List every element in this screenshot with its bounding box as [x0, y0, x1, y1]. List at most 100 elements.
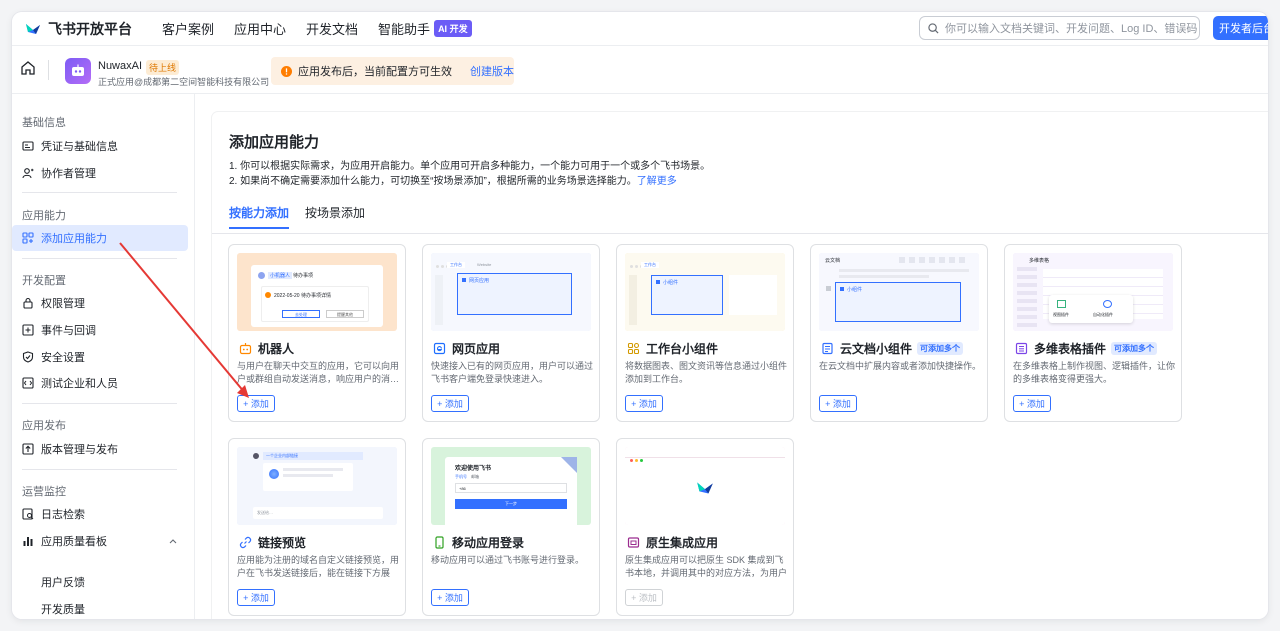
- thumb-label: 视图插件: [1053, 312, 1069, 317]
- sidebar-item-log-search[interactable]: 日志检索: [12, 501, 188, 527]
- add-button[interactable]: + 添加: [431, 395, 469, 412]
- create-version-link[interactable]: 创建版本: [470, 63, 514, 79]
- widget-icon: [627, 342, 640, 355]
- sidebar-item-label: 应用质量看板: [41, 536, 107, 548]
- app-name: NuwaxAI: [98, 60, 143, 72]
- app-window: 飞书开放平台 客户案例 应用中心 开发文档 智能助手 AI 开发 你可以输入文档关…: [12, 12, 1268, 619]
- card-title: 工作台小组件: [627, 340, 718, 357]
- link-preview-image: 一个企业内部链接 发送给…: [237, 447, 397, 525]
- search-input[interactable]: 你可以输入文档关键词、开发问题、Log ID、错误码: [919, 16, 1200, 40]
- status-badge: 待上线: [146, 60, 180, 75]
- card-description: 快速接入已有的网页应用，用户可以通过飞书客户端免登录快速进入。: [431, 361, 593, 384]
- sidebar-subitem-feedback[interactable]: 用户反馈: [41, 574, 85, 590]
- card-title: 原生集成应用: [627, 534, 718, 551]
- thumb-label: 工作台: [641, 262, 659, 268]
- nav-assistant[interactable]: 智能助手 AI 开发: [378, 19, 472, 38]
- sidebar-group-capabilities: 应用能力: [22, 210, 66, 222]
- sidebar-item-label: 协作者管理: [41, 168, 96, 180]
- thumb-label: 云文档: [825, 258, 841, 264]
- capability-card-native-app[interactable]: 原生集成应用 原生集成应用可以把原生 SDK 集成到飞书本地，并调用其中的对应方…: [616, 438, 794, 616]
- nav-customer-cases[interactable]: 客户案例: [162, 19, 214, 38]
- sidebar-subitem-dev-quality[interactable]: 开发质量: [41, 601, 85, 617]
- sidebar-group-dev-config: 开发配置: [22, 275, 66, 287]
- warning-icon: [281, 65, 292, 77]
- tab-bar: 按能力添加 按场景添加: [229, 204, 381, 229]
- add-button[interactable]: + 添加: [625, 589, 663, 606]
- thumb-label: 欢迎使用飞书: [455, 466, 492, 472]
- capability-card-bot[interactable]: 小机器人 待办事项 2022-05-20 待办事项详情 去处理 提醒其他 机器人…: [228, 244, 406, 422]
- sidebar-item-versions[interactable]: 版本管理与发布: [12, 436, 188, 462]
- robot-icon: [239, 342, 252, 355]
- capability-card-link-preview[interactable]: 一个企业内部链接 发送给… 链接预览 应用能为注册的域名自定义链接预览，用户在飞…: [228, 438, 406, 616]
- developer-console-button[interactable]: 开发者后台: [1213, 16, 1268, 40]
- main-content: 添加应用能力 1. 你可以根据实际需求，为应用开启能力。单个应用可开启多种能力，…: [212, 112, 1268, 619]
- add-button[interactable]: + 添加: [625, 395, 663, 412]
- card-description: 在多维表格上制作视图、逻辑插件，让你的多维表格变得更强大。: [1013, 361, 1175, 384]
- tab-by-capability[interactable]: 按能力添加: [229, 204, 290, 229]
- add-button[interactable]: + 添加: [237, 395, 275, 412]
- divider: [22, 403, 177, 404]
- sidebar-item-permissions[interactable]: 权限管理: [12, 290, 188, 316]
- thumb-label: 一个企业内部链接: [263, 452, 363, 460]
- nav-app-center[interactable]: 应用中心: [234, 19, 286, 38]
- sidebar-item-add-capability[interactable]: 添加应用能力: [12, 225, 188, 251]
- brand[interactable]: 飞书开放平台: [24, 19, 132, 39]
- id-card-icon: [22, 140, 34, 152]
- sidebar-item-quality-board[interactable]: 应用质量看板: [12, 528, 188, 554]
- learn-more-link[interactable]: 了解更多: [637, 176, 677, 187]
- add-button[interactable]: + 添加: [237, 589, 275, 606]
- nav-dev-docs[interactable]: 开发文档: [306, 19, 358, 38]
- description-line-2: 2. 如果尚不确定需要添加什么能力，可切换至“按场景添加”，根据所需的业务场景选…: [229, 172, 677, 187]
- sidebar-item-credentials[interactable]: 凭证与基础信息: [12, 133, 188, 159]
- sidebar-item-events[interactable]: 事件与回调: [12, 317, 188, 343]
- thumb-label: 工作台: [447, 262, 465, 268]
- card-title: 移动应用登录: [433, 534, 524, 551]
- thumb-label: 多维表格: [1029, 258, 1050, 264]
- lock-icon: [22, 297, 34, 309]
- thumb-label: 自动化插件: [1093, 312, 1113, 317]
- native-app-preview-image: [625, 447, 785, 525]
- mobile-login-preview-image: 欢迎使用飞书 手机号 邮箱 +86 下一步: [431, 447, 591, 525]
- add-button[interactable]: + 添加: [1013, 395, 1051, 412]
- thumb-label: 待办事项: [293, 273, 314, 279]
- sidebar-item-label: 安全设置: [41, 352, 85, 364]
- sidebar-item-label: 凭证与基础信息: [41, 141, 118, 153]
- capability-card-mobile-login[interactable]: 欢迎使用飞书 手机号 邮箱 +86 下一步 移动应用登录 移动应用可以通过飞书账…: [422, 438, 600, 616]
- card-description: 应用能为注册的域名自定义链接预览，用户在飞书发送链接后，能在链接下方展示…: [237, 555, 399, 578]
- divider: [22, 192, 177, 193]
- card-title-text: 原生集成应用: [646, 536, 719, 550]
- capability-card-web-app[interactable]: 工作台 Website 网页应用 网页应用 快速接入已有的网页应用，用户可以通过…: [422, 244, 600, 422]
- card-title-text: 云文档小组件: [840, 342, 913, 356]
- user-icon: [22, 167, 34, 179]
- grid-plus-icon: [22, 232, 34, 244]
- thumb-label: 网页应用: [469, 278, 490, 284]
- add-button[interactable]: + 添加: [819, 395, 857, 412]
- page-title: 添加应用能力: [229, 134, 320, 151]
- thumb-label: 小组件: [847, 287, 863, 293]
- sidebar: 基础信息 凭证与基础信息 协作者管理 应用能力 添加应用能力 开发配置 权限管理…: [12, 94, 195, 619]
- web-app-preview-image: 工作台 Website 网页应用: [431, 253, 591, 331]
- notice-text: 应用发布后，当前配置方可生效: [298, 66, 452, 78]
- sidebar-item-collaborators[interactable]: 协作者管理: [12, 160, 188, 186]
- feishu-logo-icon: [24, 21, 42, 37]
- sidebar-item-label: 权限管理: [41, 298, 85, 310]
- sidebar-item-test-enterprise[interactable]: 测试企业和人员: [12, 370, 188, 396]
- capability-card-base-plugin[interactable]: 多维表格 视图插件 自动化插件 多维表格插件 可添加多个 在多维表格上制作视图、…: [1004, 244, 1182, 422]
- ai-badge: AI 开发: [434, 20, 472, 37]
- table-icon: [1015, 342, 1028, 355]
- native-icon: [627, 536, 640, 549]
- capability-card-doc-widget[interactable]: 云文档 小组件 云文档小组件 可添加多个 在云文档中扩展内容或者添加快捷操作。 …: [810, 244, 988, 422]
- card-description: 在云文档中扩展内容或者添加快捷操作。: [819, 361, 981, 371]
- log-icon: [22, 508, 34, 520]
- sidebar-item-security[interactable]: 安全设置: [12, 344, 188, 370]
- home-icon[interactable]: [20, 60, 36, 76]
- shield-icon: [22, 351, 34, 363]
- thumb-label: 手机号: [455, 474, 467, 479]
- tab-by-scenario[interactable]: 按场景添加: [305, 204, 365, 229]
- base-plugin-preview-image: 多维表格 视图插件 自动化插件: [1013, 253, 1173, 331]
- card-title-text: 工作台小组件: [646, 342, 719, 356]
- doc-icon: [821, 342, 834, 355]
- chevron-up-icon: [169, 539, 177, 544]
- add-button[interactable]: + 添加: [431, 589, 469, 606]
- capability-card-workplace-widget[interactable]: 工作台 小组件 工作台小组件 将数据图表、图文资讯等信息通过小组件添加到工作台。…: [616, 244, 794, 422]
